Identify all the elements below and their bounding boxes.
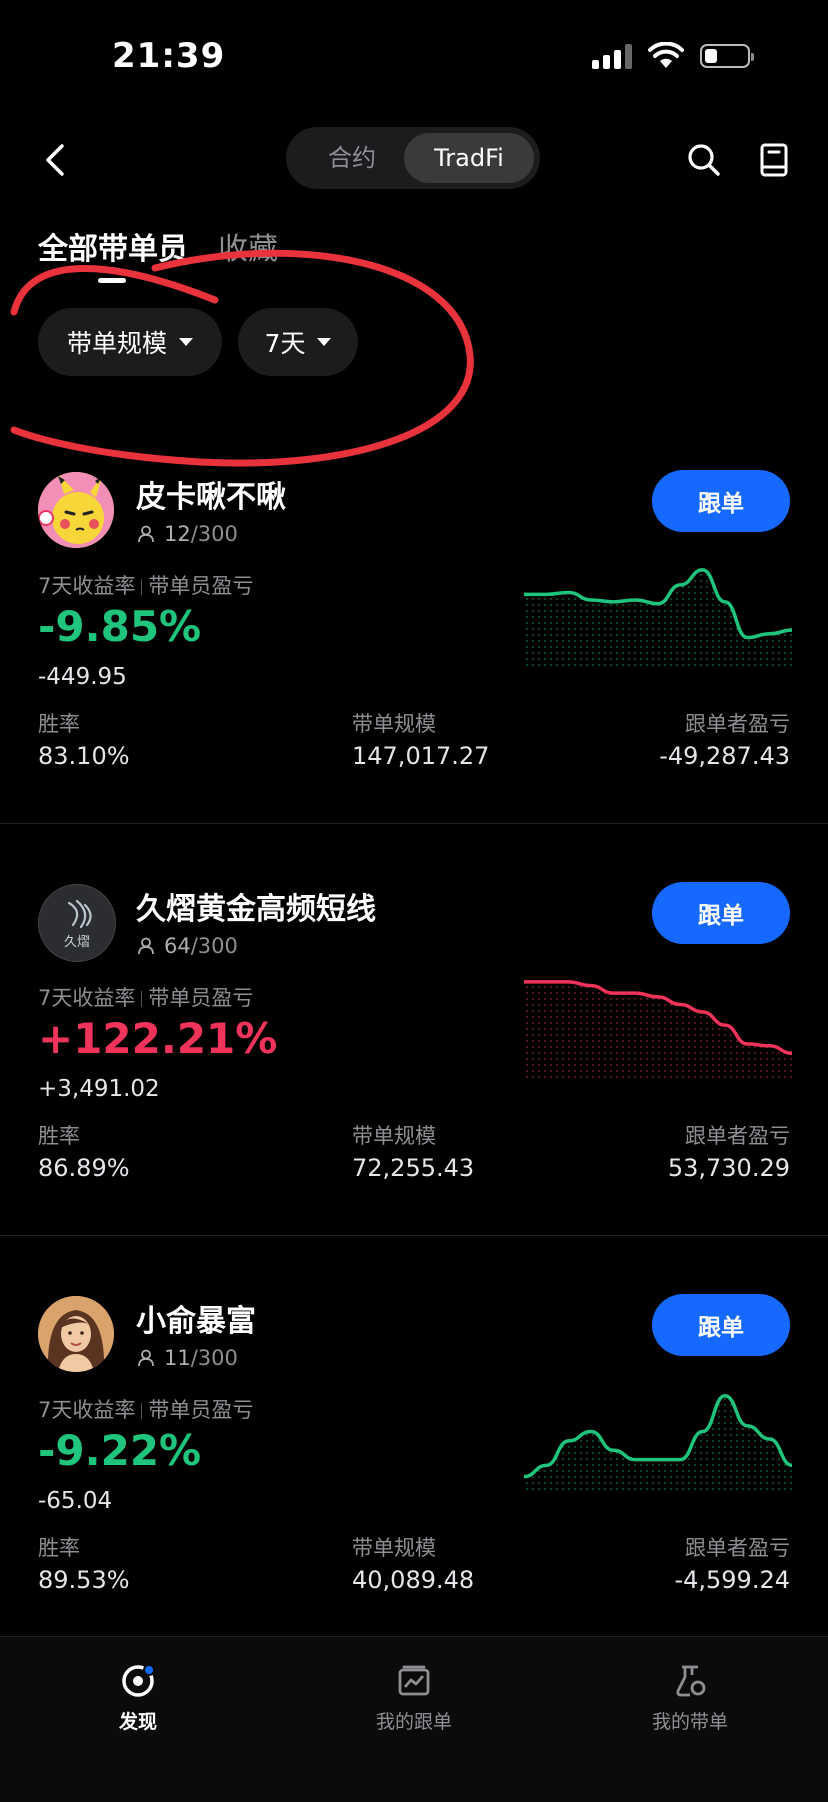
roi-value: +122.21% — [38, 1014, 278, 1063]
nav-discover-label: 发现 — [118, 1711, 157, 1733]
roi-label: 7天收益率 — [38, 574, 136, 598]
win-rate-value: 89.53% — [38, 1566, 130, 1594]
sparkline-chart — [524, 1394, 792, 1494]
win-rate-value: 83.10% — [38, 742, 130, 770]
follower-count: 11/300 — [136, 1346, 238, 1370]
bottom-navigation: 发现 我的跟单 我的带单 — [0, 1636, 828, 1802]
filter-period-dropdown[interactable]: 7天 — [238, 308, 358, 376]
avatar[interactable] — [38, 472, 114, 548]
my-lead-icon — [676, 1665, 706, 1697]
trader-pnl-value: +3,491.02 — [38, 1076, 160, 1102]
back-icon[interactable] — [36, 140, 76, 180]
follower-pnl-value: 53,730.29 — [667, 1154, 790, 1182]
avatar[interactable]: 久熠 — [38, 884, 116, 962]
scale-value: 147,017.27 — [352, 742, 490, 770]
pnl-label: 带单员盈亏 — [148, 574, 254, 598]
avatar[interactable] — [38, 1296, 114, 1372]
nav-my-lead[interactable]: 我的带单 — [590, 1661, 790, 1734]
scale-label: 带单规模 — [352, 712, 436, 736]
tab-favorites[interactable]: 收藏 — [218, 224, 278, 268]
trader-pnl-value: -65.04 — [38, 1488, 113, 1514]
my-copy-icon — [398, 1665, 430, 1696]
trader-name: 久熠黄金高频短线 — [136, 892, 376, 927]
portrait-avatar — [38, 1296, 114, 1372]
segment-tradfi[interactable]: TradFi — [404, 133, 534, 183]
follower-max: /300 — [190, 522, 238, 546]
active-tab-indicator — [98, 278, 126, 283]
market-segmented-control: 合约 TradFi — [286, 127, 540, 189]
win-rate-label: 胜率 — [38, 712, 80, 736]
roi-value: -9.22% — [38, 1426, 202, 1475]
roi-value: -9.85% — [38, 602, 202, 651]
segment-contract[interactable]: 合约 — [292, 133, 412, 183]
follower-current: 12 — [164, 522, 191, 546]
wifi-icon — [648, 42, 684, 68]
trader-card[interactable]: 小俞暴富 11/300 跟单 7天收益率 带单员盈亏 -9.22% -65.04 … — [0, 1236, 828, 1648]
search-icon[interactable] — [686, 142, 722, 178]
user-icon — [138, 1349, 154, 1367]
filter-scale-dropdown[interactable]: 带单规模 — [38, 308, 222, 376]
win-rate-label: 胜率 — [38, 1124, 80, 1148]
nav-my-copy-label: 我的跟单 — [375, 1711, 452, 1733]
sparkline-chart — [524, 980, 792, 1082]
status-icons — [592, 42, 754, 70]
sparkline-area — [524, 569, 792, 670]
win-rate-value: 86.89% — [38, 1154, 130, 1182]
follower-max: /300 — [190, 1346, 238, 1370]
filter-period-label: 7天 — [264, 329, 306, 358]
nav-my-copy[interactable]: 我的跟单 — [314, 1661, 514, 1734]
discover-icon — [122, 1664, 155, 1697]
follower-count: 64/300 — [136, 934, 238, 958]
trader-card[interactable]: 久熠 久熠黄金高频短线 64/300 跟单 7天收益率 带单员盈亏 +122.21… — [0, 824, 828, 1236]
pnl-label: 带单员盈亏 — [148, 1398, 254, 1422]
trader-name: 小俞暴富 — [136, 1304, 256, 1339]
follower-pnl-label: 跟单者盈亏 — [685, 1536, 790, 1560]
cellular-signal-icon — [592, 43, 632, 69]
roi-label: 7天收益率 — [38, 986, 136, 1010]
follower-current: 64 — [164, 934, 191, 958]
metric-labels: 7天收益率 带单员盈亏 — [38, 1394, 253, 1424]
follower-pnl-label: 跟单者盈亏 — [685, 1124, 790, 1148]
metric-labels: 7天收益率 带单员盈亏 — [38, 570, 253, 600]
user-icon — [138, 525, 154, 543]
follower-current: 11 — [164, 1346, 191, 1370]
status-time: 21:39 — [112, 36, 226, 76]
follower-pnl-label: 跟单者盈亏 — [685, 712, 790, 736]
sparkline-chart — [524, 568, 792, 670]
user-icon — [138, 937, 154, 955]
scale-value: 40,089.48 — [352, 1566, 475, 1594]
nav-my-lead-label: 我的带单 — [651, 1711, 728, 1733]
trader-card[interactable]: 皮卡啾不啾 12/300 跟单 7天收益率 带单员盈亏 -9.85% -449.9… — [0, 412, 828, 824]
scale-label: 带单规模 — [352, 1124, 436, 1148]
trader-pnl-value: -449.95 — [38, 664, 127, 690]
follow-button[interactable]: 跟单 — [652, 882, 790, 944]
metric-labels: 7天收益率 带单员盈亏 — [38, 982, 253, 1012]
win-rate-label: 胜率 — [38, 1536, 80, 1560]
follow-button[interactable]: 跟单 — [652, 470, 790, 532]
roi-label: 7天收益率 — [38, 1398, 136, 1422]
follower-pnl-value: -4,599.24 — [674, 1566, 790, 1594]
follow-button[interactable]: 跟单 — [652, 1294, 790, 1356]
logo-text: 久熠 — [63, 935, 90, 950]
book-icon[interactable] — [756, 142, 792, 178]
follower-pnl-value: -49,287.43 — [659, 742, 790, 770]
follower-count: 12/300 — [136, 522, 238, 546]
scale-value: 72,255.43 — [352, 1154, 475, 1182]
trader-name: 皮卡啾不啾 — [136, 480, 286, 515]
tab-all-traders[interactable]: 全部带单员 — [38, 224, 188, 268]
follower-max: /300 — [190, 934, 238, 958]
nav-discover[interactable]: 发现 — [38, 1661, 238, 1734]
pnl-label: 带单员盈亏 — [148, 986, 254, 1010]
battery-icon — [700, 44, 754, 68]
pikachu-avatar — [38, 472, 114, 548]
sparkline-area — [524, 1395, 792, 1494]
scale-label: 带单规模 — [352, 1536, 436, 1560]
chevron-down-icon — [317, 338, 332, 346]
chevron-down-icon — [179, 338, 193, 346]
filter-scale-label: 带单规模 — [66, 329, 167, 358]
